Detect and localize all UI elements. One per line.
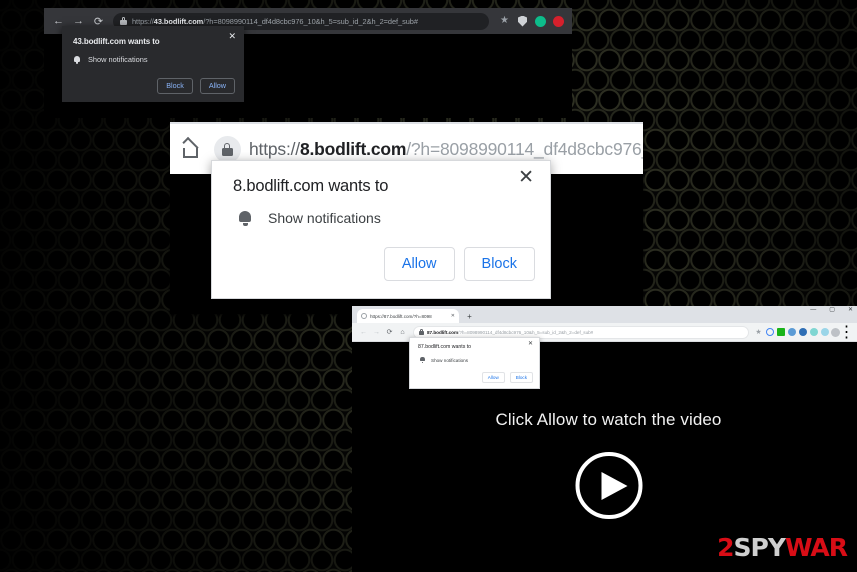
notification-permission-popup-small: 87.bodlift.com wants to ✕ Show notificat…	[409, 337, 540, 389]
lock-icon	[120, 17, 127, 25]
url-domain: 43.bodlift.com	[153, 16, 204, 26]
popup-title: 8.bodlift.com wants to	[233, 177, 389, 195]
url-protocol: https://	[249, 138, 300, 159]
home-icon[interactable]: ⌂	[396, 326, 409, 339]
back-icon[interactable]: ←	[357, 326, 370, 339]
maximize-button[interactable]: ▢	[829, 307, 835, 313]
tab-strip: https://87.bodlift.com/?h=8098 ✕ + — ▢ ✕	[352, 306, 857, 323]
address-bar-url[interactable]: https://8.bodlift.com/?h=8098990114_df4d…	[249, 139, 643, 160]
close-icon[interactable]: ✕	[451, 313, 455, 319]
url-domain: 8.bodlift.com	[299, 138, 407, 159]
allow-button[interactable]: Allow	[383, 246, 455, 281]
extension-red-icon[interactable]	[551, 14, 566, 29]
popup-actions: Allow Block	[383, 246, 535, 281]
permission-label: Show notifications	[268, 210, 381, 226]
extension-blue-icon[interactable]	[786, 327, 797, 338]
popup-title: 87.bodlift.com wants to	[418, 344, 472, 350]
watermark-part-2: SPY	[733, 533, 786, 562]
reload-icon[interactable]: ⟳	[383, 326, 396, 339]
lock-icon[interactable]	[214, 135, 241, 163]
popup-actions: Block Allow	[157, 78, 235, 94]
extension-teal-icon[interactable]	[808, 327, 819, 338]
popup-title: 43.bodlift.com wants to	[73, 37, 160, 46]
close-icon[interactable]: ✕	[528, 341, 533, 347]
close-icon[interactable]: ✕	[518, 168, 534, 187]
block-button[interactable]: Block	[463, 246, 535, 281]
call-to-action-text: Click Allow to watch the video	[495, 410, 722, 429]
url-path: /?h=8098990114_df4d8cbc976_10	[406, 138, 643, 159]
lock-icon	[419, 329, 424, 335]
shield-icon[interactable]	[515, 14, 530, 29]
extension-green-icon[interactable]	[533, 14, 548, 29]
play-icon[interactable]	[575, 452, 642, 519]
extension-green-icon[interactable]	[775, 327, 786, 338]
watermark-part-3: WAR	[784, 533, 848, 562]
bell-icon	[238, 210, 252, 226]
permission-label: Show notifications	[431, 357, 469, 363]
window-controls: — ▢ ✕	[810, 307, 853, 313]
permission-row: Show notifications	[238, 210, 381, 226]
close-button[interactable]: ✕	[848, 307, 853, 313]
permission-label: Show notifications	[88, 55, 148, 64]
minimize-button[interactable]: —	[810, 307, 816, 313]
forward-icon[interactable]: →	[370, 326, 383, 339]
extension-cyan-icon[interactable]	[819, 327, 830, 338]
allow-button[interactable]: Allow	[199, 78, 235, 94]
notification-permission-popup-large: 8.bodlift.com wants to ✕ Show notificati…	[211, 160, 551, 299]
home-icon[interactable]	[180, 140, 201, 159]
address-bar-url: https://43.bodlift.com/?h=8098990114_df4…	[132, 17, 418, 26]
permission-row: Show notifications	[73, 55, 148, 64]
menu-icon[interactable]: ⋮	[839, 324, 855, 341]
globe-icon	[361, 313, 367, 319]
screenshot-stage: ← → ⟳ https://43.bodlift.com/?h=80989901…	[0, 0, 857, 572]
address-bar-url: 87.bodlift.com/?h=8098990114_df4d8cbc976…	[427, 330, 593, 335]
url-path: /?h=8098990114_df4d8cbc976_10&h_5=sub_id…	[458, 329, 594, 335]
close-icon[interactable]: ✕	[228, 32, 236, 41]
browser-tab[interactable]: https://87.bodlift.com/?h=8098 ✕	[357, 309, 459, 323]
star-icon[interactable]: ★	[753, 327, 764, 338]
block-button[interactable]: Block	[509, 371, 533, 383]
url-path: /?h=8098990114_df4d8cbc976_10&h_5=sub_id…	[203, 16, 418, 26]
notification-permission-popup-dark: 43.bodlift.com wants to ✕ Show notificat…	[62, 26, 244, 102]
allow-button[interactable]: Allow	[481, 371, 505, 383]
url-domain: 87.bodlift.com	[427, 329, 459, 335]
bell-icon	[420, 357, 425, 363]
star-icon[interactable]: ★	[497, 14, 512, 29]
popup-actions: Allow Block	[481, 371, 533, 383]
watermark-logo: 2 SPY WAR	[717, 533, 848, 562]
block-button[interactable]: Block	[157, 78, 193, 94]
bell-icon	[73, 55, 81, 64]
chrome-icon[interactable]	[764, 327, 775, 338]
new-tab-button[interactable]: +	[463, 310, 476, 323]
tab-title: https://87.bodlift.com/?h=8098	[370, 313, 432, 319]
permission-row: Show notifications	[420, 357, 468, 363]
watermark-part-1: 2	[717, 533, 734, 562]
url-protocol: https://	[132, 16, 154, 26]
extension-darkblue-icon[interactable]	[797, 327, 808, 338]
